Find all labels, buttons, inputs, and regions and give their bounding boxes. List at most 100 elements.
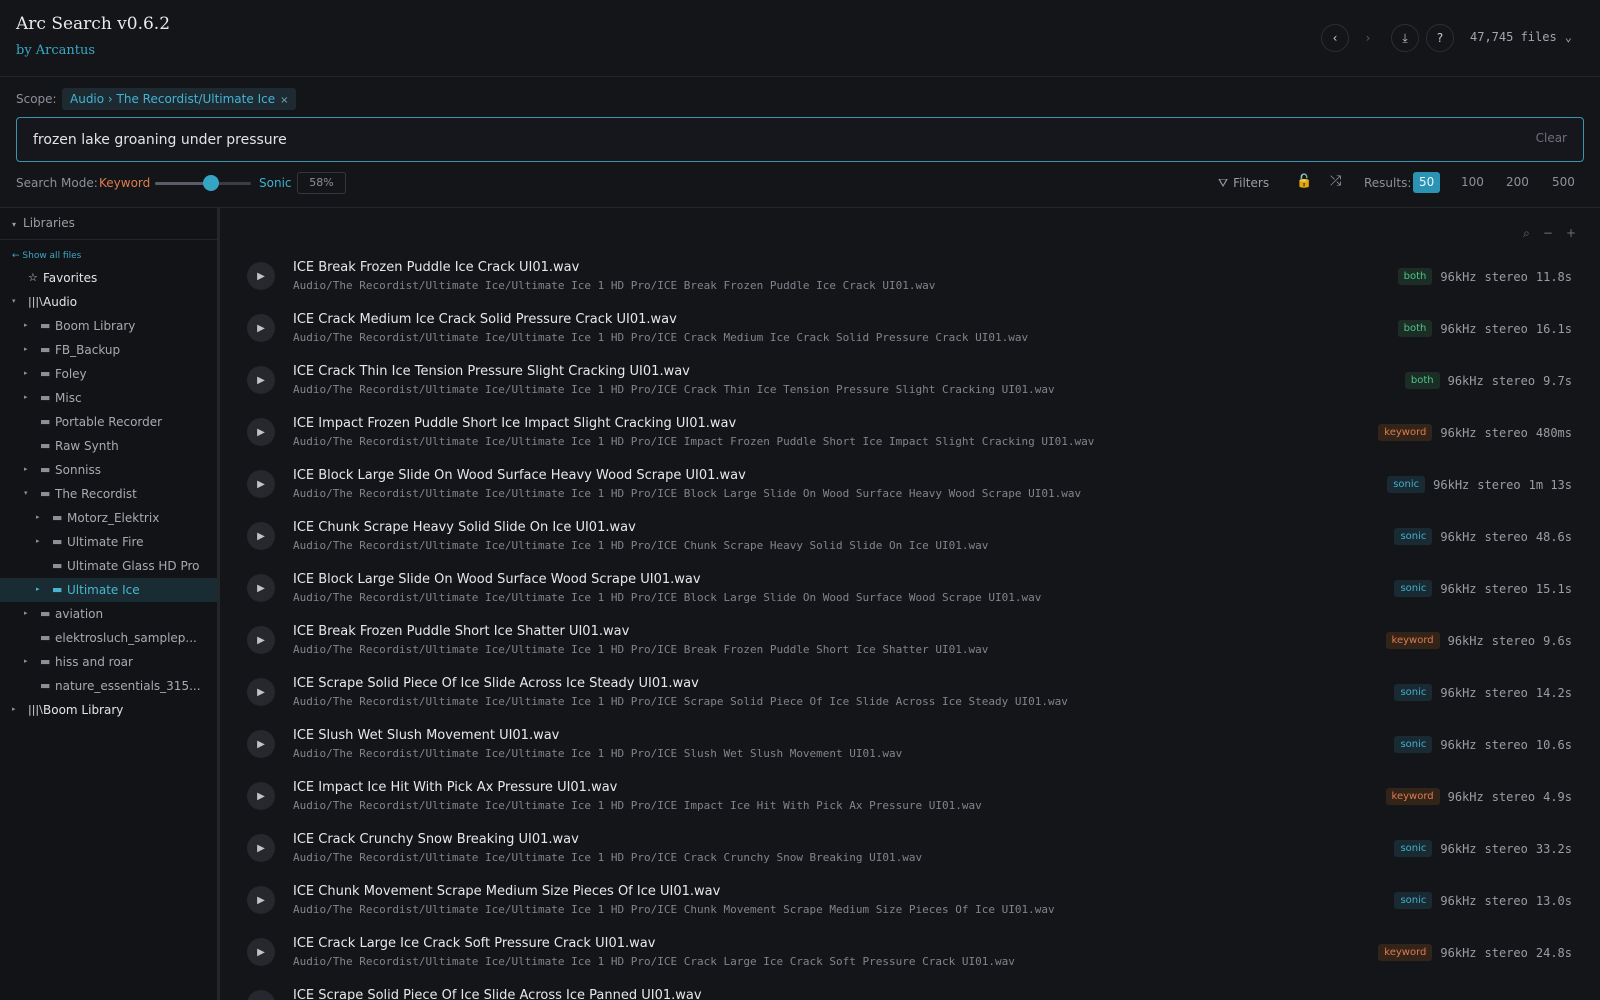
result-row[interactable]: ▶ ICE Scrape Solid Piece Of Ice Slide Acr… — [220, 667, 1600, 719]
zoom-out-button[interactable]: − — [1543, 226, 1553, 240]
result-filename[interactable]: ICE Chunk Movement Scrape Medium Size Pi… — [293, 884, 720, 899]
filters-button[interactable]: ⛛ Filters — [1218, 176, 1269, 191]
result-filename[interactable]: ICE Impact Ice Hit With Pick Ax Pressure… — [293, 780, 617, 795]
scope-chip[interactable]: Audio › The Recordist/Ultimate Ice × — [62, 88, 297, 110]
sidebar-tree-item[interactable]: ▸ ▬ aviation — [0, 602, 217, 626]
result-row[interactable]: ▶ ICE Block Large Slide On Wood Surface W… — [220, 563, 1600, 615]
play-button[interactable]: ▶ — [247, 678, 275, 706]
zoom-in-button[interactable]: + — [1566, 226, 1576, 240]
search-icon[interactable]: ⌕ — [1523, 226, 1530, 240]
shuffle-icon[interactable]: ⤮ — [1330, 173, 1341, 189]
result-row[interactable]: ▶ ICE Crack Crunchy Snow Breaking UI01.wa… — [220, 823, 1600, 875]
sidebar-tree-item[interactable]: ▸ ▬ Motorz_Elektrix — [0, 506, 217, 530]
result-filename[interactable]: ICE Crack Large Ice Crack Soft Pressure … — [293, 936, 655, 951]
mode-keyword-label[interactable]: Keyword — [99, 176, 150, 190]
result-filename[interactable]: ICE Scrape Solid Piece Of Ice Slide Acro… — [293, 676, 699, 691]
result-filename[interactable]: ICE Block Large Slide On Wood Surface He… — [293, 468, 746, 483]
caret-right-icon[interactable]: ▸ — [12, 705, 16, 713]
forward-button[interactable]: › — [1354, 24, 1382, 52]
sidebar-tree-item[interactable]: ▬ elektrosluch_samplep... — [0, 626, 217, 650]
result-filename[interactable]: ICE Break Frozen Puddle Ice Crack UI01.w… — [293, 260, 579, 275]
sidebar-tree-item[interactable]: ▸ ▬ Misc — [0, 386, 217, 410]
result-row[interactable]: ▶ ICE Chunk Movement Scrape Medium Size P… — [220, 875, 1600, 927]
sidebar-tree-item[interactable]: ▾ |||\ Audio — [0, 290, 217, 314]
result-row[interactable]: ▶ ICE Break Frozen Puddle Short Ice Shatt… — [220, 615, 1600, 667]
result-row[interactable]: ▶ ICE Scrape Solid Piece Of Ice Slide Acr… — [220, 979, 1600, 1000]
result-filename[interactable]: ICE Block Large Slide On Wood Surface Wo… — [293, 572, 701, 587]
result-row[interactable]: ▶ ICE Impact Frozen Puddle Short Ice Impa… — [220, 407, 1600, 459]
caret-right-icon[interactable]: ▸ — [24, 657, 28, 665]
sidebar-tree-item[interactable]: ▬ nature_essentials_315... — [0, 674, 217, 698]
caret-right-icon[interactable]: ▸ — [36, 585, 40, 593]
result-row[interactable]: ▶ ICE Chunk Scrape Heavy Solid Slide On I… — [220, 511, 1600, 563]
result-row[interactable]: ▶ ICE Crack Medium Ice Crack Solid Pressu… — [220, 303, 1600, 355]
search-input[interactable] — [33, 118, 1473, 161]
results-option-200[interactable]: 200 — [1500, 172, 1535, 193]
back-button[interactable]: ‹ — [1321, 24, 1349, 52]
result-filename[interactable]: ICE Break Frozen Puddle Short Ice Shatte… — [293, 624, 629, 639]
play-button[interactable]: ▶ — [247, 886, 275, 914]
play-button[interactable]: ▶ — [247, 626, 275, 654]
caret-right-icon[interactable]: ▸ — [24, 609, 28, 617]
caret-right-icon[interactable]: ▸ — [36, 513, 40, 521]
show-all-files-link[interactable]: ← Show all files — [12, 251, 81, 261]
sidebar-tree-item[interactable]: ☆ Favorites — [0, 266, 217, 290]
sidebar-tree-item[interactable]: ▸ ▬ FB_Backup — [0, 338, 217, 362]
caret-down-icon[interactable]: ▾ — [24, 489, 28, 497]
sidebar-tree-item[interactable]: ▬ Raw Synth — [0, 434, 217, 458]
result-filename[interactable]: ICE Crack Medium Ice Crack Solid Pressur… — [293, 312, 677, 327]
caret-right-icon[interactable]: ▸ — [24, 345, 28, 353]
play-button[interactable]: ▶ — [247, 834, 275, 862]
clear-button[interactable]: Clear — [1536, 131, 1567, 145]
sidebar-tree-item[interactable]: ▸ |||\ Boom Library — [0, 698, 217, 722]
result-row[interactable]: ▶ ICE Crack Large Ice Crack Soft Pressure… — [220, 927, 1600, 979]
caret-down-icon[interactable]: ▾ — [12, 297, 16, 305]
result-filename[interactable]: ICE Impact Frozen Puddle Short Ice Impac… — [293, 416, 736, 431]
result-filename[interactable]: ICE Slush Wet Slush Movement UI01.wav — [293, 728, 559, 743]
mode-sonic-label[interactable]: Sonic — [259, 176, 292, 190]
play-button[interactable]: ▶ — [247, 782, 275, 810]
result-row[interactable]: ▶ ICE Break Frozen Puddle Ice Crack UI01.… — [220, 251, 1600, 303]
play-button[interactable]: ▶ — [247, 522, 275, 550]
play-button[interactable]: ▶ — [247, 730, 275, 758]
result-filename[interactable]: ICE Chunk Scrape Heavy Solid Slide On Ic… — [293, 520, 636, 535]
close-icon[interactable]: × — [280, 95, 288, 106]
play-button[interactable]: ▶ — [247, 938, 275, 966]
sidebar-tree-item[interactable]: ▸ ▬ Foley — [0, 362, 217, 386]
sidebar-tree-item[interactable]: ▸ ▬ Ultimate Fire — [0, 530, 217, 554]
results-option-50[interactable]: 50 — [1413, 172, 1441, 193]
caret-right-icon[interactable]: ▸ — [24, 321, 28, 329]
result-row[interactable]: ▶ ICE Impact Ice Hit With Pick Ax Pressur… — [220, 771, 1600, 823]
mode-slider-thumb[interactable] — [202, 175, 219, 191]
sidebar-tree-item[interactable]: ▸ ▬ Boom Library — [0, 314, 217, 338]
result-filename[interactable]: ICE Scrape Solid Piece Of Ice Slide Acro… — [293, 988, 702, 1000]
play-button[interactable]: ▶ — [247, 314, 275, 342]
play-button[interactable]: ▶ — [247, 990, 275, 1000]
play-button[interactable]: ▶ — [247, 574, 275, 602]
play-button[interactable]: ▶ — [247, 262, 275, 290]
results-option-500[interactable]: 500 — [1546, 172, 1581, 193]
result-filename[interactable]: ICE Crack Crunchy Snow Breaking UI01.wav — [293, 832, 579, 847]
result-row[interactable]: ▶ ICE Block Large Slide On Wood Surface H… — [220, 459, 1600, 511]
play-button[interactable]: ▶ — [247, 418, 275, 446]
sidebar-tree-item[interactable]: ▬ Ultimate Glass HD Pro — [0, 554, 217, 578]
caret-right-icon[interactable]: ▸ — [24, 465, 28, 473]
caret-right-icon[interactable]: ▸ — [36, 537, 40, 545]
lock-icon[interactable]: 🔓 — [1296, 174, 1312, 189]
mode-percent[interactable]: 58% — [297, 172, 346, 194]
result-filename[interactable]: ICE Crack Thin Ice Tension Pressure Slig… — [293, 364, 690, 379]
download-button[interactable]: ⤓ — [1391, 24, 1419, 52]
libraries-header[interactable]: ▾ Libraries — [12, 216, 75, 230]
sidebar-tree-item[interactable]: ▾ ▬ The Recordist — [0, 482, 217, 506]
file-count-dropdown[interactable]: 47,745 files ⌄ — [1470, 30, 1572, 44]
sidebar-tree-item[interactable]: ▸ ▬ Sonniss — [0, 458, 217, 482]
sidebar-tree-item[interactable]: ▸ ▬ Ultimate Ice — [0, 578, 217, 602]
sidebar-tree-item[interactable]: ▬ Portable Recorder — [0, 410, 217, 434]
caret-right-icon[interactable]: ▸ — [24, 393, 28, 401]
caret-right-icon[interactable]: ▸ — [24, 369, 28, 377]
results-option-100[interactable]: 100 — [1455, 172, 1490, 193]
help-button[interactable]: ? — [1426, 24, 1454, 52]
result-row[interactable]: ▶ ICE Slush Wet Slush Movement UI01.wav Au… — [220, 719, 1600, 771]
result-row[interactable]: ▶ ICE Crack Thin Ice Tension Pressure Sli… — [220, 355, 1600, 407]
play-button[interactable]: ▶ — [247, 366, 275, 394]
